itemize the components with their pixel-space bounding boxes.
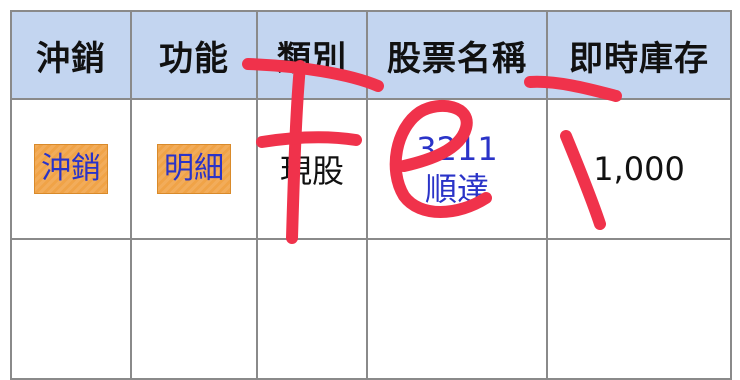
cell-category: 現股 bbox=[256, 98, 368, 240]
cell-realtime-inventory: 1,000 bbox=[546, 98, 732, 240]
table-row: 沖銷 明細 現股 3211 順達 1,000 bbox=[10, 98, 732, 240]
top-strip bbox=[0, 0, 740, 10]
table-header-row: 沖銷 功能 類別 股票名稱 即時庫存 bbox=[10, 10, 732, 100]
detail-button[interactable]: 明細 bbox=[157, 144, 231, 194]
cell-function: 明細 bbox=[130, 98, 258, 240]
stock-code-link[interactable]: 3211 bbox=[368, 129, 546, 169]
header-stock-name: 股票名稱 bbox=[366, 10, 548, 100]
header-realtime-inventory: 即時庫存 bbox=[546, 10, 732, 100]
cancel-button[interactable]: 沖銷 bbox=[34, 144, 108, 194]
cell-cancel: 沖銷 bbox=[10, 98, 132, 240]
header-category: 類別 bbox=[256, 10, 368, 100]
cell-stock-name: 3211 順達 bbox=[366, 98, 548, 240]
stock-inventory-table: 沖銷 功能 類別 股票名稱 即時庫存 沖銷 明細 現股 3211 順達 1,00… bbox=[10, 10, 732, 380]
stock-name-link[interactable]: 順達 bbox=[368, 169, 546, 209]
header-cancel: 沖銷 bbox=[10, 10, 132, 100]
header-function: 功能 bbox=[130, 10, 258, 100]
table-row-partial bbox=[10, 238, 732, 380]
